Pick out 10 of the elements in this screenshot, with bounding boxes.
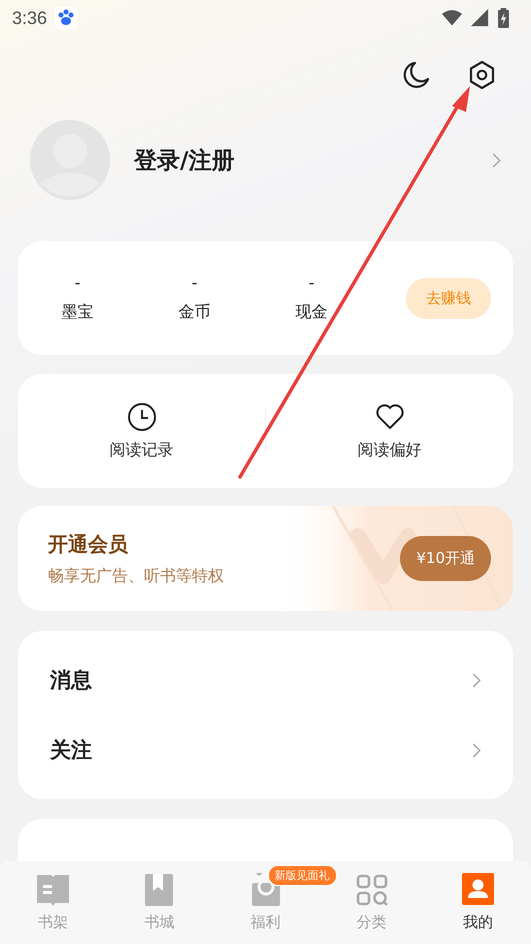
stat-label: 墨宝	[62, 302, 94, 323]
vip-title: 开通会员	[48, 530, 129, 558]
stat-label: 现金	[296, 302, 328, 323]
stat-value: -	[192, 273, 198, 292]
stat-value: -	[74, 273, 80, 292]
new-gift-badge: 新版见面礼	[268, 865, 336, 886]
status-time: 3:36	[12, 8, 48, 28]
stat-label: 金币	[178, 302, 210, 323]
stat-value: -	[308, 273, 314, 292]
vip-subtitle: 畅享无广告、听书等特权	[48, 566, 224, 586]
